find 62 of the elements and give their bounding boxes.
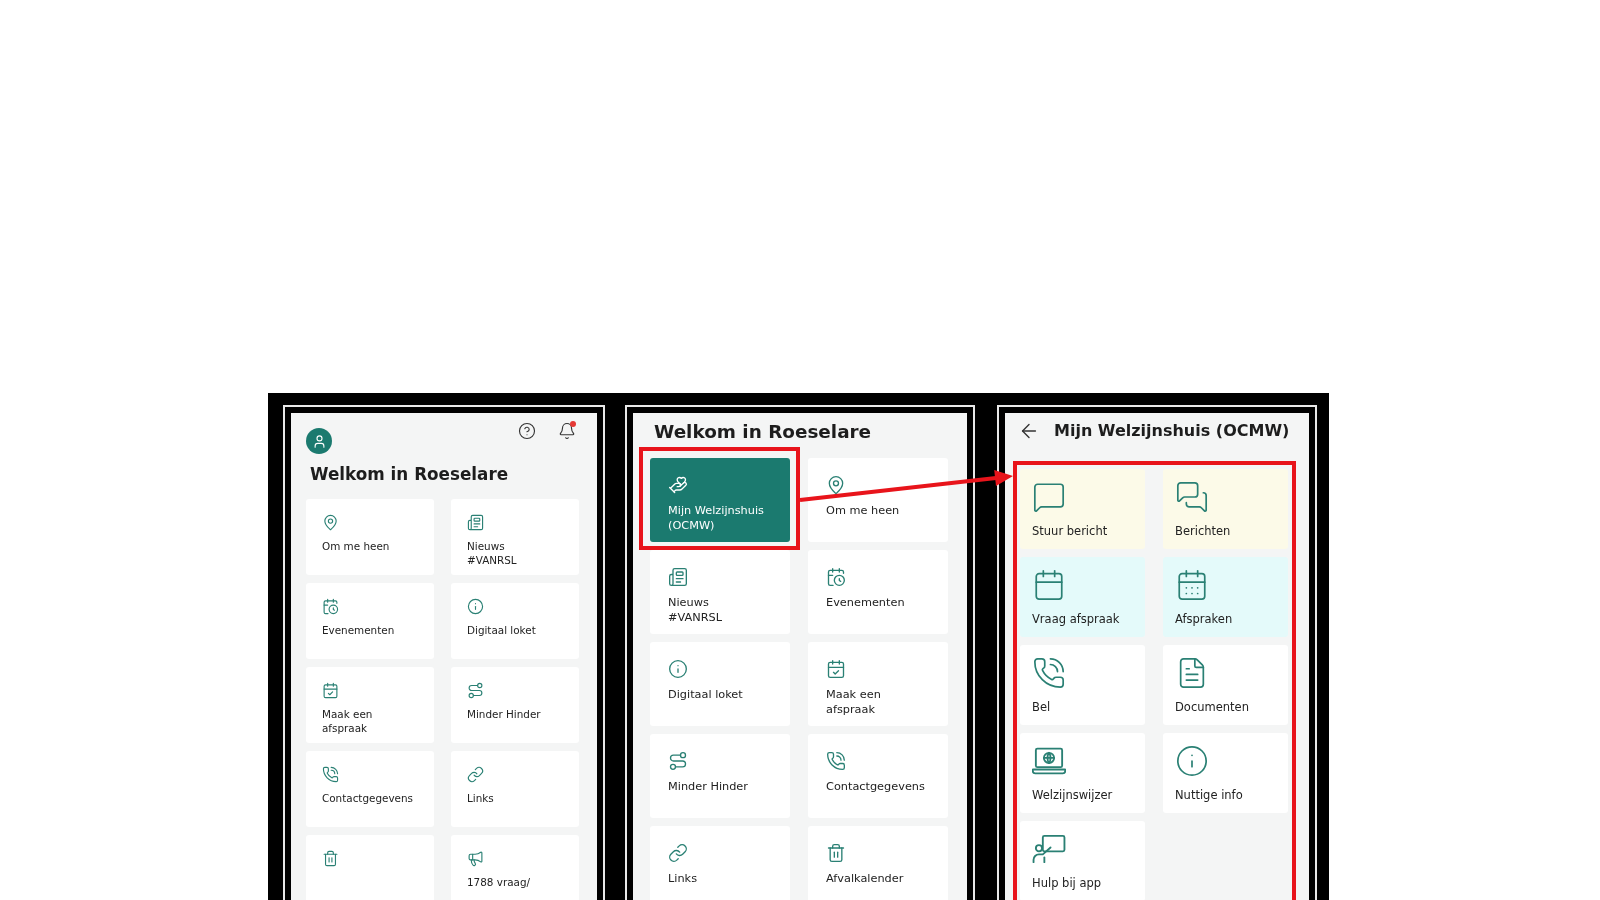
calendar-clock-icon bbox=[322, 598, 339, 615]
menu-tile[interactable]: Contactgegevens bbox=[306, 751, 434, 827]
menu-tile[interactable]: Afvalkalender bbox=[808, 826, 948, 900]
link-icon bbox=[467, 766, 484, 783]
menu-tile[interactable]: Om me heen bbox=[808, 458, 948, 542]
megaphone-icon bbox=[467, 850, 484, 867]
route-icon bbox=[668, 751, 688, 771]
hand-heart-icon bbox=[668, 475, 688, 495]
phone-icon bbox=[322, 766, 339, 783]
newspaper-icon bbox=[467, 514, 484, 531]
map-pin-icon bbox=[826, 475, 846, 495]
route-icon bbox=[467, 682, 484, 699]
menu-tile[interactable]: Om me heen bbox=[306, 499, 434, 575]
menu-tile[interactable]: Maak een afspraak bbox=[306, 667, 434, 743]
help-icon[interactable] bbox=[518, 422, 536, 440]
calendar-icon bbox=[1032, 568, 1066, 602]
menu-tile[interactable]: Digitaal loket bbox=[650, 642, 790, 726]
calendar-icon bbox=[1175, 568, 1209, 602]
menu-tile[interactable]: Digitaal loket bbox=[451, 583, 579, 659]
info-icon bbox=[668, 659, 688, 679]
newspaper-icon bbox=[668, 567, 688, 587]
calendar-check-icon bbox=[826, 659, 846, 679]
menu-tile[interactable]: Links bbox=[451, 751, 579, 827]
menu-tile[interactable]: Documenten bbox=[1163, 645, 1288, 725]
user-avatar-icon[interactable] bbox=[306, 428, 332, 454]
menu-tile[interactable]: Vraag afspraak bbox=[1020, 557, 1145, 637]
menu-tile[interactable]: Afspraken bbox=[1163, 557, 1288, 637]
menu-tile[interactable]: Evenementen bbox=[808, 550, 948, 634]
calendar-check-icon bbox=[322, 682, 339, 699]
screen-title: Mijn Welzijnshuis (OCMW) bbox=[1054, 420, 1290, 442]
phone-icon bbox=[1032, 656, 1066, 690]
menu-tile[interactable]: Evenementen bbox=[306, 583, 434, 659]
menu-tile[interactable]: Links bbox=[650, 826, 790, 900]
menu-tile[interactable]: Welzijnswijzer bbox=[1020, 733, 1145, 813]
menu-tile[interactable] bbox=[306, 835, 434, 900]
link-icon bbox=[668, 843, 688, 863]
menu-tile[interactable]: Stuur bericht bbox=[1020, 469, 1145, 549]
menu-tile[interactable]: Nuttige info bbox=[1163, 733, 1288, 813]
menu-tile[interactable]: Nieuws #VANRSL bbox=[650, 550, 790, 634]
menu-tile[interactable]: Minder Hinder bbox=[451, 667, 579, 743]
speech-bubbles-icon bbox=[1175, 480, 1209, 514]
menu-tile[interactable]: Minder Hinder bbox=[650, 734, 790, 818]
menu-tile[interactable]: Hulp bij app bbox=[1020, 821, 1145, 900]
info-icon bbox=[1175, 744, 1209, 778]
speech-bubble-icon bbox=[1032, 480, 1066, 514]
menu-tile[interactable]: Maak een afspraak bbox=[808, 642, 948, 726]
trash-icon bbox=[322, 850, 339, 867]
calendar-clock-icon bbox=[826, 567, 846, 587]
menu-tile[interactable]: Mijn Welzijnshuis (OCMW) bbox=[650, 458, 790, 542]
menu-tile[interactable]: Berichten bbox=[1163, 469, 1288, 549]
screen-title: Welkom in Roeselare bbox=[309, 464, 510, 484]
trash-icon bbox=[826, 843, 846, 863]
bell-icon[interactable] bbox=[558, 422, 576, 440]
map-pin-icon bbox=[322, 514, 339, 531]
menu-tile[interactable]: Contactgegevens bbox=[808, 734, 948, 818]
screen-title: Welkom in Roeselare bbox=[653, 421, 873, 443]
menu-tile[interactable]: Nieuws #VANRSL bbox=[451, 499, 579, 575]
menu-tile[interactable]: Bel bbox=[1020, 645, 1145, 725]
menu-tile[interactable]: 1788 vraag/ bbox=[451, 835, 579, 900]
teacher-board-icon bbox=[1032, 832, 1066, 866]
phone-icon bbox=[826, 751, 846, 771]
info-icon bbox=[467, 598, 484, 615]
